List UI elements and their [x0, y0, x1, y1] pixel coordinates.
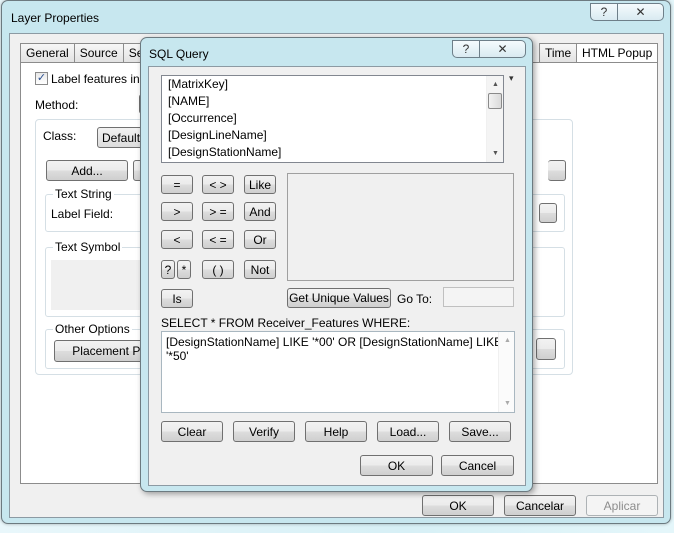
sql-help-text-button[interactable]: Help	[305, 421, 367, 442]
op-equals-button[interactable]: =	[161, 175, 193, 194]
list-menu-icon[interactable]: ▾	[509, 73, 514, 84]
fields-scrollbar[interactable]: ▲ ▼	[486, 76, 503, 162]
where-clause-textarea[interactable]: [DesignStationName] LIKE '*00' OR [Desig…	[161, 331, 515, 413]
cancel-button[interactable]: Cancelar	[504, 495, 576, 516]
save-button[interactable]: Save...	[449, 421, 511, 442]
other-options-title: Other Options	[53, 322, 132, 336]
clear-button[interactable]: Clear	[161, 421, 223, 442]
text-symbol-title: Text Symbol	[53, 240, 123, 254]
sql-cancel-button[interactable]: Cancel	[441, 455, 514, 476]
sql-ok-button[interactable]: OK	[360, 455, 433, 476]
op-star-button[interactable]: *	[177, 260, 191, 279]
placement-properties-button[interactable]: Placement Pro	[54, 340, 154, 362]
method-label: Method:	[35, 98, 79, 112]
tab-time[interactable]: Time	[539, 43, 577, 63]
fields-list[interactable]: [MatrixKey] [NAME] [Occurrence] [DesignL…	[161, 75, 504, 163]
scroll-thumb[interactable]	[488, 93, 502, 109]
op-is-button[interactable]: Is	[161, 289, 193, 308]
close-icon: ✕	[497, 42, 508, 56]
load-button[interactable]: Load...	[377, 421, 439, 442]
op-greater-equal-button[interactable]: > =	[202, 202, 234, 221]
unique-values-list[interactable]	[287, 173, 514, 281]
caption-buttons: ? ✕	[590, 3, 664, 21]
class-button-right[interactable]	[548, 160, 566, 181]
class-label: Class:	[43, 129, 77, 143]
scroll-up-icon[interactable]: ▲	[487, 76, 503, 93]
scroll-down-icon[interactable]: ▼	[499, 395, 516, 412]
label-field-dropdown[interactable]	[539, 203, 557, 223]
field-item[interactable]: [MatrixKey]	[162, 76, 503, 93]
verify-button[interactable]: Verify	[233, 421, 295, 442]
field-item[interactable]: [NAME]	[162, 93, 503, 110]
op-like-button[interactable]: Like	[244, 175, 276, 194]
question-icon: ?	[600, 5, 608, 19]
scroll-down-icon[interactable]: ▼	[487, 145, 503, 162]
sql-help-button[interactable]: ?	[452, 40, 480, 58]
tab-general[interactable]: General	[20, 43, 75, 63]
field-item[interactable]: [DesignStationName]	[162, 144, 503, 161]
close-button[interactable]: ✕	[618, 3, 664, 21]
op-question-button[interactable]: ?	[161, 260, 175, 279]
op-greater-button[interactable]: >	[161, 202, 193, 221]
apply-button[interactable]: Aplicar	[586, 495, 658, 516]
op-not-equal-button[interactable]: < >	[202, 175, 234, 194]
other-options-button-right[interactable]	[536, 338, 556, 360]
label-field-label: Label Field:	[51, 207, 114, 221]
op-less-button[interactable]: <	[161, 230, 193, 249]
ok-button[interactable]: OK	[422, 495, 494, 516]
sql-query-dialog: SQL Query ? ✕ [MatrixKey] [NAME] [Occurr…	[140, 37, 533, 492]
sql-close-button[interactable]: ✕	[480, 40, 526, 58]
text-string-title: Text String	[53, 187, 114, 201]
sql-dialog-client: [MatrixKey] [NAME] [Occurrence] [DesignL…	[148, 66, 526, 486]
label-features-checkbox[interactable]: ✓	[35, 72, 48, 85]
sql-caption-buttons: ? ✕	[452, 40, 526, 58]
go-to-label: Go To:	[397, 292, 433, 306]
window-title: Layer Properties	[11, 11, 100, 25]
get-unique-values-button[interactable]: Get Unique Values	[287, 288, 391, 308]
expression-scrollbar[interactable]: ▲ ▼	[498, 332, 514, 412]
scroll-up-icon[interactable]: ▲	[499, 332, 516, 349]
tab-strip-right: Time HTML Popup	[539, 43, 659, 64]
field-item[interactable]: [Occurrence]	[162, 110, 503, 127]
op-less-equal-button[interactable]: < =	[202, 230, 234, 249]
help-button[interactable]: ?	[590, 3, 618, 21]
tab-source[interactable]: Source	[73, 43, 124, 63]
close-icon: ✕	[635, 5, 646, 19]
op-not-button[interactable]: Not	[244, 260, 276, 279]
op-or-button[interactable]: Or	[244, 230, 276, 249]
op-and-button[interactable]: And	[244, 202, 276, 221]
add-class-button[interactable]: Add...	[46, 160, 128, 181]
go-to-input[interactable]	[443, 287, 514, 307]
tab-html-popup[interactable]: HTML Popup	[576, 43, 659, 64]
op-parentheses-button[interactable]: ( )	[202, 260, 234, 279]
text-symbol-preview[interactable]: A	[51, 260, 151, 310]
field-item[interactable]: [DesignLineName]	[162, 127, 503, 144]
question-icon: ?	[462, 42, 470, 56]
where-clause-text: [DesignStationName] LIKE '*00' OR [Desig…	[166, 335, 503, 363]
sql-dialog-title: SQL Query	[149, 47, 209, 61]
select-statement-label: SELECT * FROM Receiver_Features WHERE:	[161, 316, 411, 330]
